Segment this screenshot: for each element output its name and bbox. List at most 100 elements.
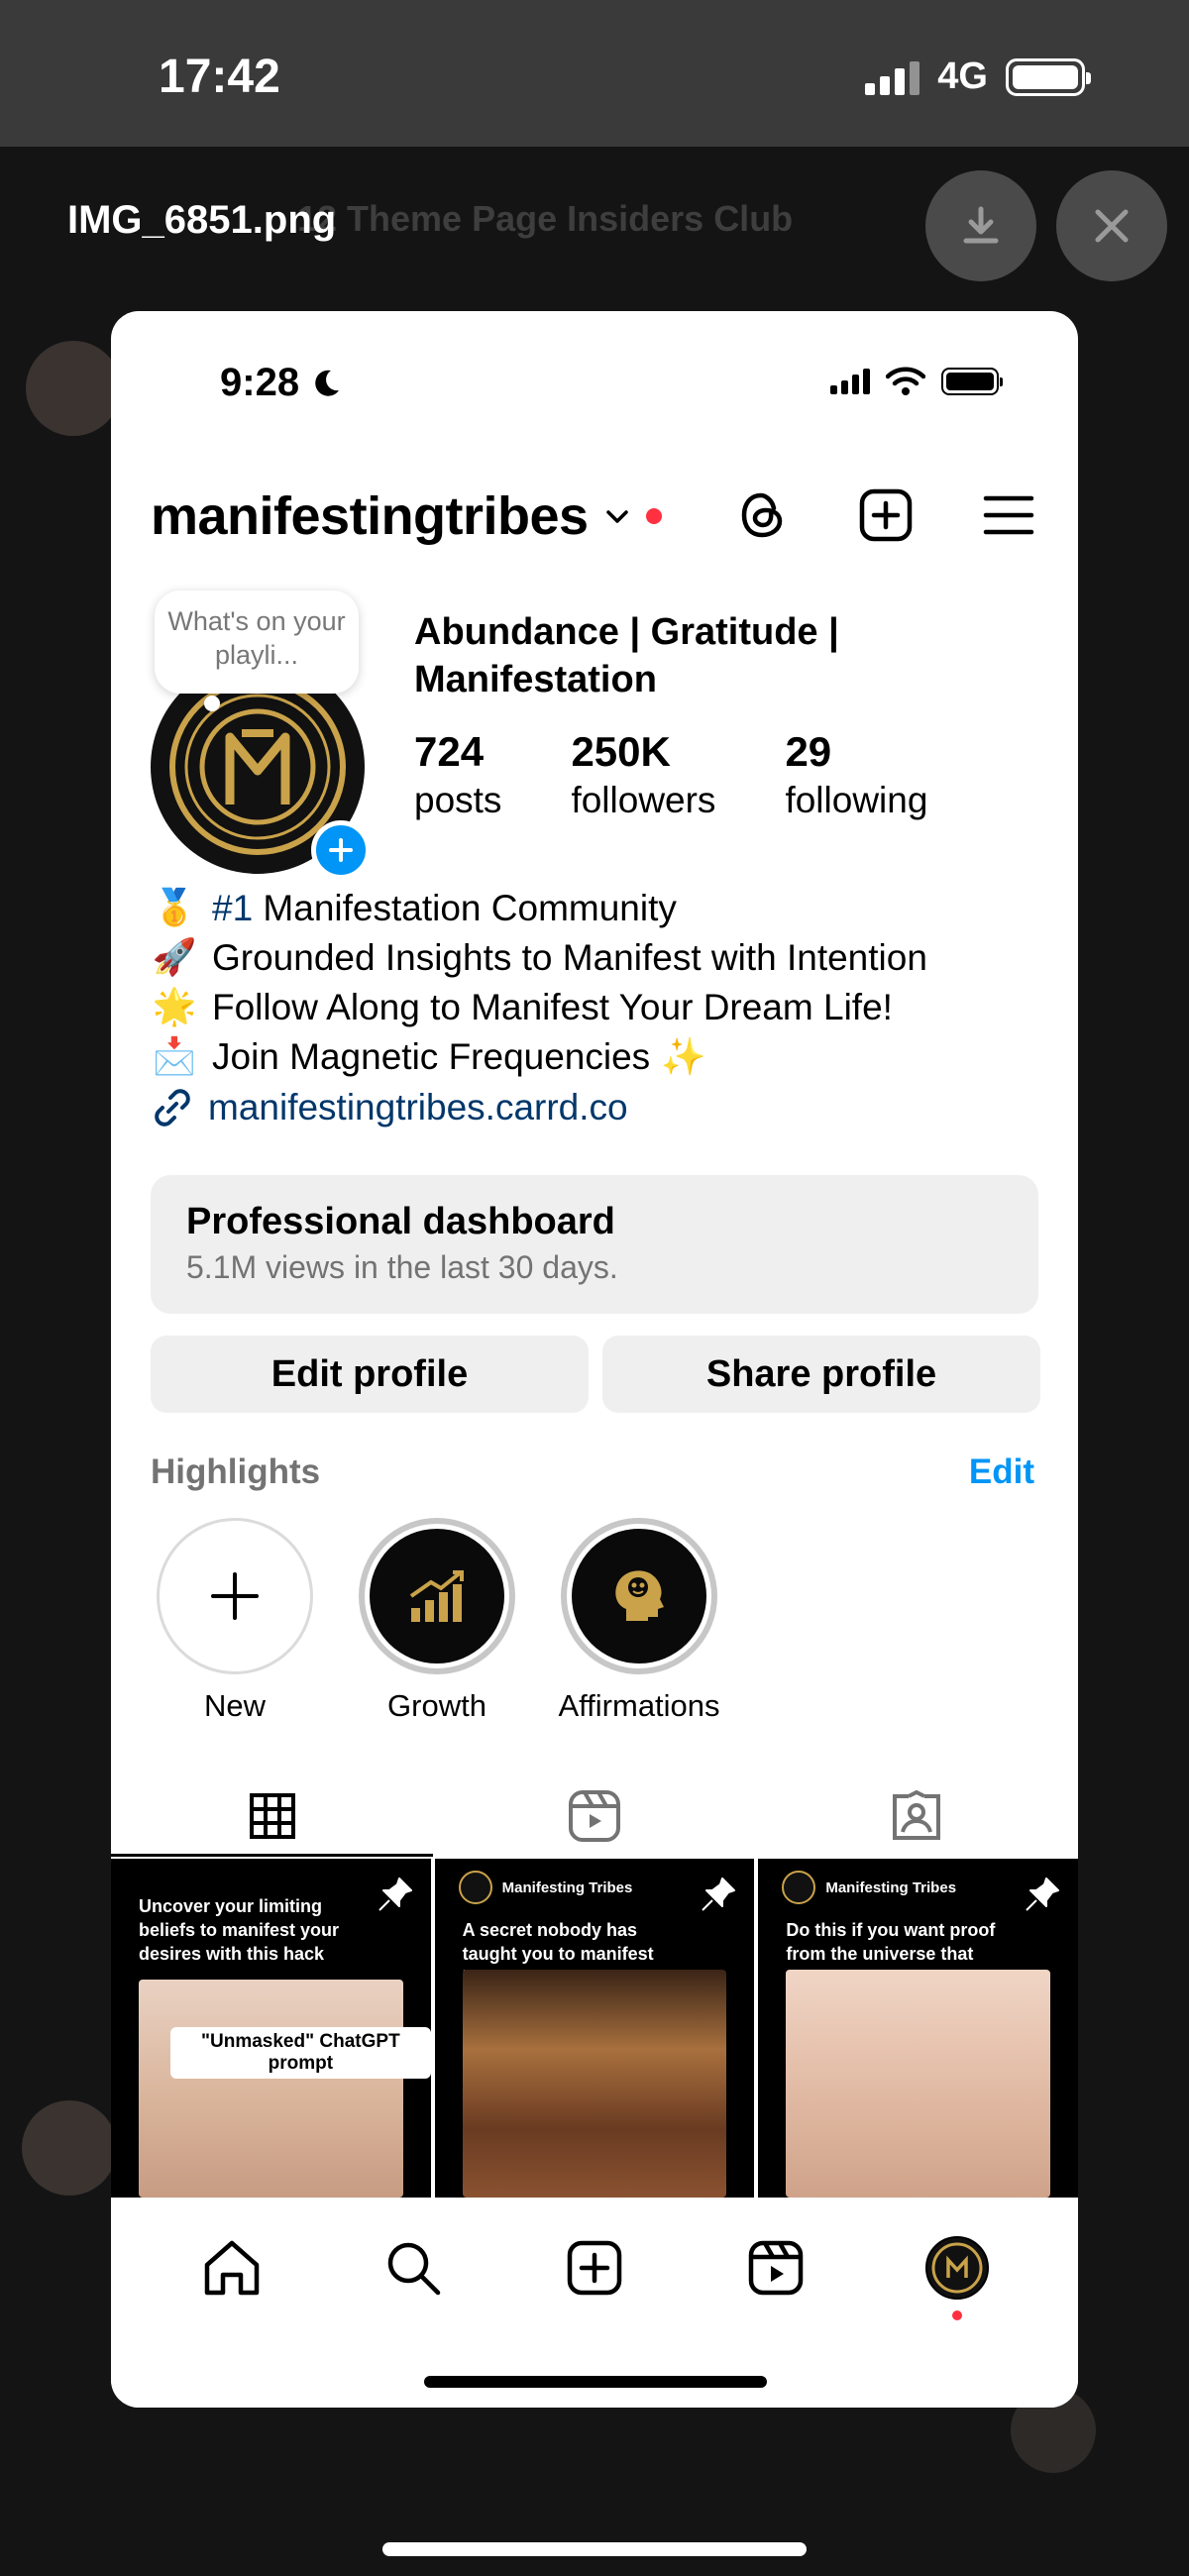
reels-icon	[748, 2240, 804, 2296]
highlights-edit-button[interactable]: Edit	[969, 1452, 1034, 1492]
post-brand-name: Manifesting Tribes	[825, 1878, 957, 1896]
post-thumbnail[interactable]: Manifesting Tribes Do this if you want p…	[758, 1859, 1078, 2198]
post-caption: Uncover your limiting beliefs to manifes…	[139, 1896, 340, 1964]
plus-square-icon	[567, 2240, 622, 2296]
signal-icon	[830, 369, 870, 394]
profile-tabs	[111, 1775, 1078, 1857]
inner-status-time: 9:28	[220, 361, 343, 405]
post-brand-name: Manifesting Tribes	[501, 1878, 633, 1896]
profile-buttons: Edit profile Share profile	[151, 1336, 1040, 1413]
brand-logo-icon	[931, 2242, 983, 2294]
notification-dot	[645, 508, 662, 524]
plus-icon	[329, 838, 353, 862]
username: manifestingtribes	[151, 486, 589, 546]
outer-clock: 17:42	[159, 51, 280, 103]
bio-text: Follow Along to Manifest Your Dream Life…	[212, 987, 893, 1027]
account-switcher[interactable]: manifestingtribes	[151, 485, 662, 547]
post-brand: Manifesting Tribes	[782, 1871, 956, 1904]
post-overlay-text: "Unmasked" ChatGPT prompt	[170, 2027, 431, 2079]
rocket-icon: 🚀	[152, 937, 197, 978]
post-photo	[786, 1970, 1051, 2198]
plus-square-icon	[859, 488, 913, 542]
highlight-growth[interactable]: Growth	[353, 1518, 521, 1724]
outer-home-indicator	[382, 2542, 807, 2556]
plus-icon	[211, 1572, 259, 1620]
profile-bio: 🥇 #1 Manifestation Community 🚀 Grounded …	[151, 884, 927, 1082]
profile-name: Abundance | Gratitude | Manifestation	[414, 611, 839, 700]
tagged-person-icon	[893, 1789, 941, 1840]
nav-create[interactable]	[560, 2233, 629, 2303]
highlights-heading: Highlights	[151, 1452, 321, 1491]
battery-icon	[941, 368, 1003, 395]
close-viewer-button[interactable]	[1056, 170, 1167, 281]
brand-logo-icon	[782, 1871, 816, 1904]
background-avatar	[22, 2100, 117, 2196]
highlight-new[interactable]: New	[151, 1518, 319, 1724]
tab-reels[interactable]	[433, 1775, 755, 1857]
bio-text: Manifestation Community	[253, 888, 677, 928]
download-button[interactable]	[925, 170, 1036, 281]
home-indicator	[424, 2376, 767, 2388]
inner-status-icons	[830, 367, 1003, 396]
tab-posts-grid[interactable]	[111, 1775, 434, 1857]
threads-button[interactable]	[733, 485, 793, 545]
link-icon	[155, 1089, 190, 1127]
post-photo	[139, 1980, 403, 2198]
nav-profile[interactable]	[922, 2233, 992, 2320]
grid-icon	[249, 1793, 295, 1839]
home-icon	[204, 2240, 259, 2296]
bio-line: 🚀 Grounded Insights to Manifest with Int…	[151, 933, 927, 983]
nav-search[interactable]	[378, 2233, 448, 2303]
brand-logo-icon	[458, 1871, 492, 1904]
note-bubble[interactable]: What's on your playli...	[155, 590, 359, 711]
medal-icon: 🥇	[152, 888, 197, 928]
posts-count[interactable]: 724 posts	[414, 727, 501, 824]
highlight-ring	[561, 1518, 717, 1674]
stat-value: 250K	[571, 728, 671, 775]
stat-label: posts	[414, 780, 502, 820]
tab-tagged[interactable]	[756, 1775, 1078, 1857]
pin-icon	[702, 1878, 736, 1911]
following-count[interactable]: 29 following	[785, 727, 927, 824]
followers-count[interactable]: 250K followers	[571, 727, 715, 824]
nav-reels[interactable]	[741, 2233, 811, 2303]
link-text: manifestingtribes.carrd.co	[208, 1087, 628, 1127]
posts-grid: Uncover your limiting beliefs to manifes…	[111, 1859, 1078, 2198]
pin-icon	[1026, 1878, 1060, 1911]
stat-label: followers	[571, 780, 716, 820]
stat-value: 29	[785, 728, 832, 775]
growth-chart-icon	[409, 1570, 464, 1622]
post-thumbnail[interactable]: Uncover your limiting beliefs to manifes…	[111, 1859, 431, 2198]
background-chat-title: 12 Theme Page Insiders Club	[297, 198, 794, 239]
add-story-button[interactable]	[311, 820, 371, 880]
edit-profile-button[interactable]: Edit profile	[151, 1336, 589, 1413]
threads-icon	[741, 492, 783, 538]
notification-dot	[952, 2310, 963, 2320]
download-icon	[963, 206, 999, 244]
highlight-affirmations[interactable]: Affirmations	[555, 1518, 723, 1724]
share-profile-button[interactable]: Share profile	[602, 1336, 1040, 1413]
professional-dashboard[interactable]: Professional dashboard 5.1M views in the…	[151, 1175, 1038, 1314]
create-button[interactable]	[856, 485, 916, 545]
highlight-ring	[359, 1518, 515, 1674]
outer-status-bar: 17:42 4G	[0, 0, 1189, 147]
search-icon	[387, 2242, 441, 2296]
menu-button[interactable]	[979, 485, 1038, 545]
dashboard-title: Professional dashboard	[186, 1201, 615, 1242]
outer-status-icons: 4G	[865, 55, 1091, 98]
highlight-label: New	[203, 1688, 266, 1723]
pin-icon	[378, 1878, 412, 1911]
signal-icon	[865, 59, 920, 95]
profile-link[interactable]: manifestingtribes.carrd.co	[151, 1086, 628, 1129]
post-thumbnail[interactable]: Manifesting Tribes A secret nobody has t…	[434, 1859, 755, 2198]
viewer-filename: IMG_6851.png	[67, 198, 337, 242]
nav-home[interactable]	[197, 2233, 267, 2303]
head-thought-icon	[615, 1570, 664, 1621]
bio-hashtag[interactable]: #1	[212, 888, 253, 928]
stat-label: following	[785, 780, 928, 820]
profile-stats: 724 posts 250K followers 29 following	[414, 727, 997, 824]
bio-line: 🌟 Follow Along to Manifest Your Dream Li…	[151, 983, 927, 1032]
inner-clock: 9:28	[220, 361, 300, 404]
post-photo	[462, 1970, 727, 2198]
bio-line: 📩 Join Magnetic Frequencies ✨	[151, 1032, 927, 1082]
